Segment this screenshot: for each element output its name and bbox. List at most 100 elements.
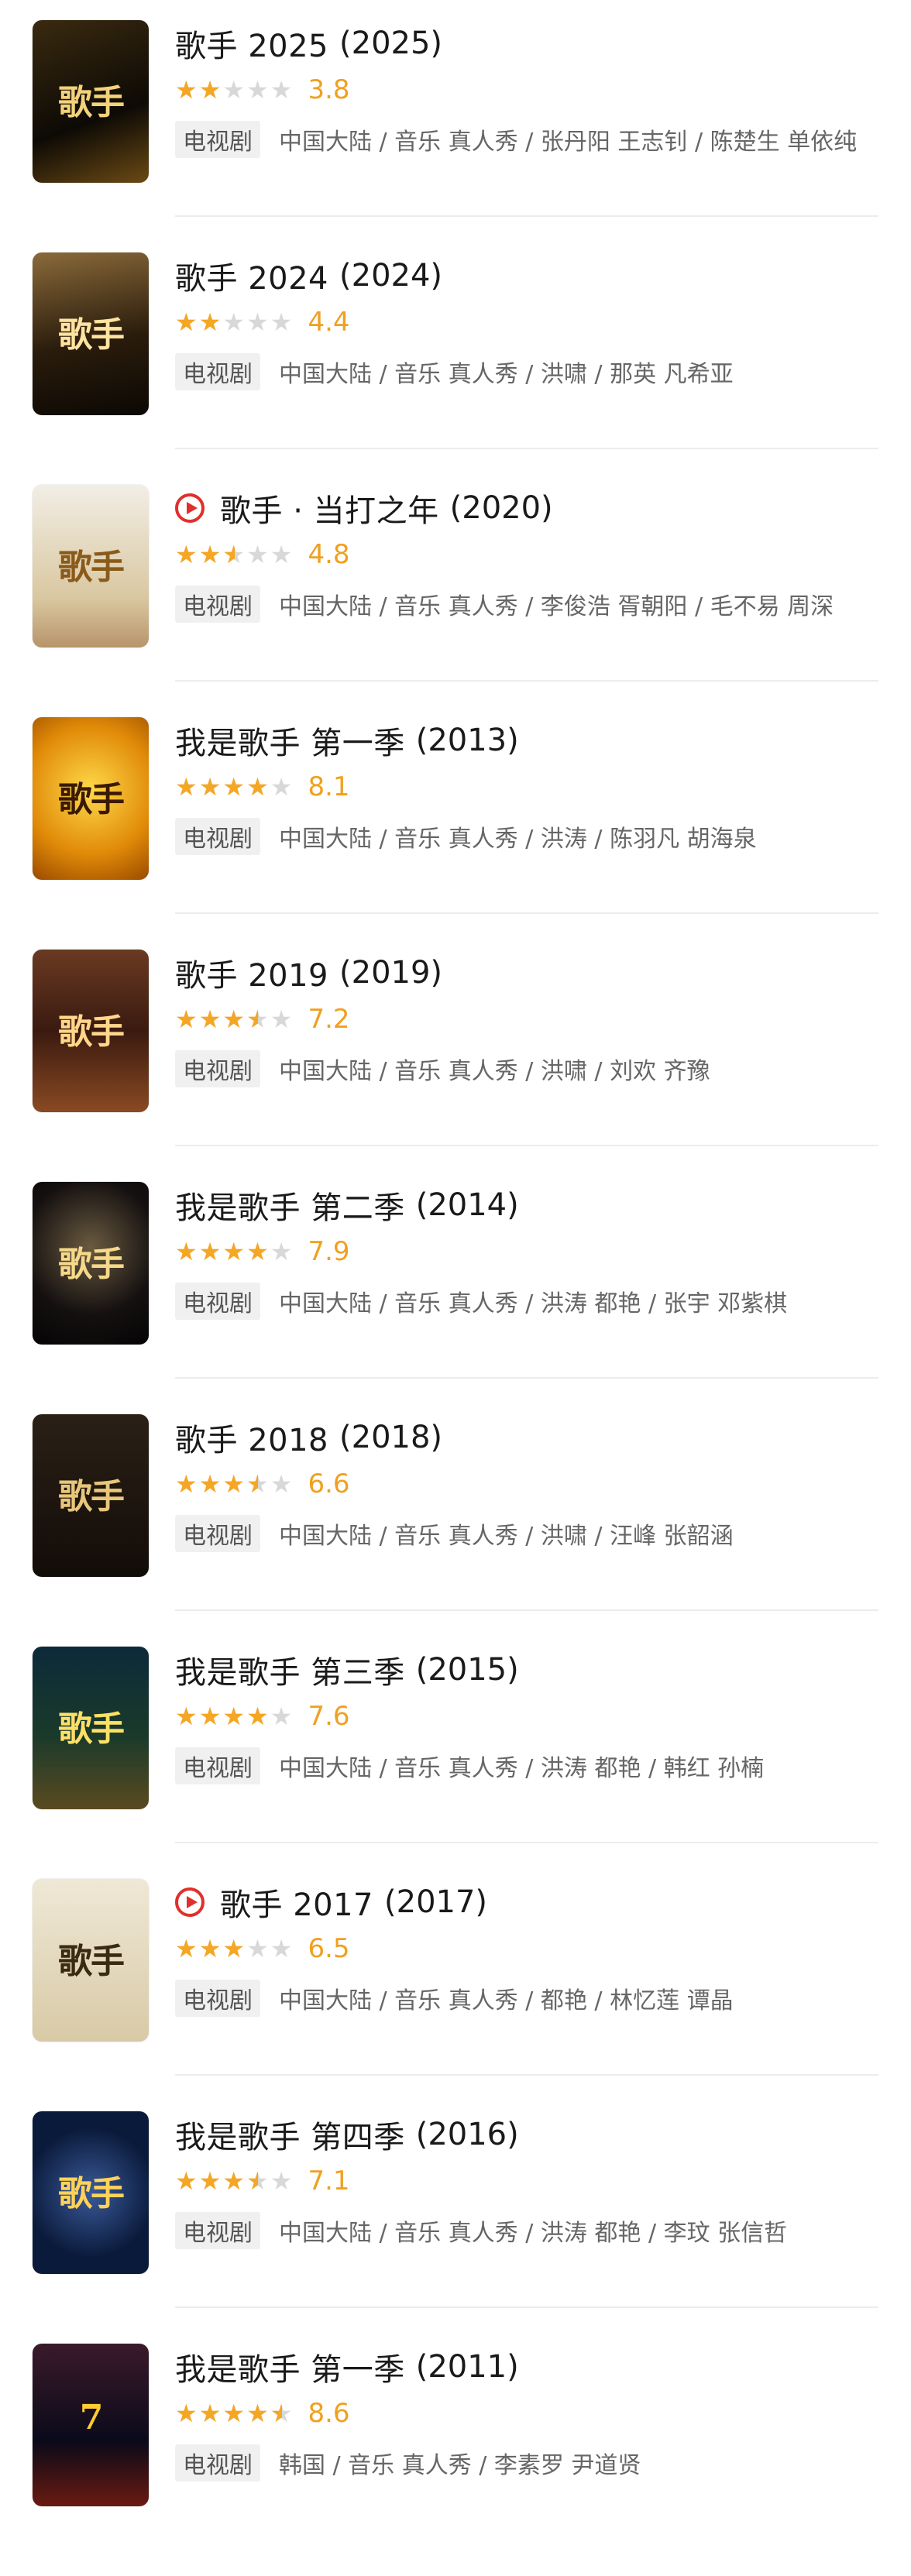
rating-score: 7.9 (308, 1236, 350, 1267)
divider (175, 1377, 878, 1379)
item-meta: 中国大陆 / 音乐 真人秀 / 李俊浩 胥朝阳 / 毛不易 周深 (279, 593, 834, 620)
item-info: 我是歌手 第一季 (2011) ★★★★★ ★★★★★ 8.6 电视剧 韩国 / 音乐 真人… (175, 2344, 878, 2514)
star-rating-icon: ★★★★★★★★★★ (175, 77, 294, 102)
item-year: (2013) (415, 723, 519, 758)
meta-row: 电视剧 中国大陆 / 音乐 真人秀 / 洪啸 / 那英 凡希亚 (175, 353, 878, 390)
item-meta: 中国大陆 / 音乐 真人秀 / 都艳 / 林忆莲 谭晶 (279, 1987, 734, 2014)
category-badge: 电视剧 (175, 2444, 260, 2482)
list-item[interactable]: 歌手 歌手 2019 (2019) ★★★★★★★★★★ 7.2 电视剧中国大陆 / 音乐… (0, 950, 911, 1182)
star-filled-icon: ★★★★★ (175, 77, 223, 102)
rating-row: ★★★★★★★★★★ 6.6 (175, 1467, 350, 1501)
title-row[interactable]: 歌手 · 当打之年 (2020) (175, 485, 553, 531)
title-row[interactable]: 我是歌手 第一季 (2011) (175, 2344, 519, 2390)
category-badge: 电视剧 (175, 2212, 260, 2249)
poster-image[interactable]: 歌手 (33, 1647, 149, 1809)
list-item[interactable]: 歌手 歌手 2018 (2018) ★★★★★★★★★★ 6.6 电视剧中国大陆 / 音乐… (0, 1414, 911, 1647)
list-item[interactable]: 歌手 歌手 · 当打之年 (2020) ★★★★★★★★★★ 4.8 电视剧中国大陆 / … (0, 485, 911, 717)
item-title[interactable]: 歌手 · 当打之年 (220, 486, 439, 531)
star-filled-icon: ★★★★★ (175, 1704, 270, 1729)
title-row[interactable]: 歌手 2018 (2018) (175, 1414, 442, 1461)
poster-logo-text: 歌手 (58, 1942, 125, 1981)
star-rating-icon: ★★★★★★★★★★ (175, 2169, 294, 2193)
divider (175, 2074, 878, 2076)
title-row[interactable]: 歌手 2024 (2024) (175, 252, 442, 299)
poster-image[interactable]: 歌手 (33, 1879, 149, 2042)
list-item[interactable]: 歌手 歌手 2017 (2017) ★★★★★★★★★★ 6.5 电视剧中国大陆 / 音乐… (0, 1879, 911, 2111)
star-filled-icon: ★★★★★ (175, 2169, 258, 2193)
title-row[interactable]: 歌手 2019 (2019) (175, 950, 442, 996)
star-filled-icon: ★★★★★ (175, 2401, 283, 2426)
item-meta: 中国大陆 / 音乐 真人秀 / 洪啸 / 汪峰 张韶涵 (279, 1523, 734, 1550)
title-row[interactable]: 我是歌手 第四季 (2016) (175, 2111, 519, 2158)
category-badge: 电视剧 (175, 1747, 260, 1784)
item-title[interactable]: 歌手 2025 (175, 21, 328, 66)
poster-logo-text: 歌手 (58, 780, 125, 819)
poster-image[interactable]: 歌手 (33, 950, 149, 1112)
item-info: 歌手 2025 (2025) ★★★★★★★★★★ 3.8 电视剧中国大陆 / 音乐 真… (175, 20, 878, 191)
poster-logo-text: 歌手 (58, 315, 125, 355)
divider (175, 1145, 878, 1146)
meta-row: 电视剧 中国大陆 / 音乐 真人秀 / 李俊浩 胥朝阳 / 毛不易 周深 (175, 586, 878, 623)
item-info: 我是歌手 第一季 (2013) ★★★★★★★★★★ 8.1 电视剧中国大陆 / 音乐 … (175, 717, 878, 888)
item-title[interactable]: 我是歌手 第四季 (175, 2112, 405, 2157)
rating-score: 4.8 (308, 539, 350, 570)
item-year: (2011) (415, 2349, 519, 2385)
title-row[interactable]: 歌手 2025 (2025) (175, 20, 442, 67)
star-rating-icon: ★★★★★★★★★★ (175, 1704, 294, 1729)
rating-score: 3.8 (308, 74, 350, 105)
list-item[interactable]: 歌手 我是歌手 第四季 (2016) ★★★★★★★★★★ 7.1 电视剧中国大陆 / 音… (0, 2111, 911, 2344)
list-item[interactable]: 7 我是歌手 第一季 (2011) ★★★★★ ★★★★★ 8.6 电视剧 韩国 / 音乐 真… (0, 2344, 911, 2576)
play-icon[interactable] (175, 493, 205, 523)
item-year: (2014) (415, 1187, 519, 1223)
rating-row: ★★★★★★★★★★ 4.8 (175, 538, 350, 572)
rating-score: 7.6 (308, 1701, 350, 1732)
title-row[interactable]: 我是歌手 第二季 (2014) (175, 1182, 519, 1228)
item-year: (2019) (339, 955, 443, 991)
star-rating-icon: ★★★★★★★★★★ (175, 2401, 294, 2426)
poster-image[interactable]: 歌手 (33, 1182, 149, 1345)
title-row[interactable]: 我是歌手 第三季 (2015) (175, 1647, 519, 1693)
poster-logo-text: 7 (79, 2398, 104, 2437)
poster-logo-text: 歌手 (58, 83, 125, 122)
item-info: 歌手 · 当打之年 (2020) ★★★★★★★★★★ 4.8 电视剧中国大陆 / 音乐… (175, 485, 878, 655)
list-item[interactable]: 歌手 我是歌手 第三季 (2015) ★★★★★★★★★★ 7.6 电视剧中国大陆 / 音… (0, 1647, 911, 1879)
poster-image[interactable]: 歌手 (33, 2111, 149, 2274)
item-info: 歌手 2018 (2018) ★★★★★★★★★★ 6.6 电视剧中国大陆 / 音乐 真… (175, 1414, 878, 1585)
rating-score: 6.5 (308, 1933, 350, 1964)
item-title[interactable]: 我是歌手 第三季 (175, 1647, 405, 1692)
item-title[interactable]: 我是歌手 第二季 (175, 1183, 405, 1228)
poster-image[interactable]: 歌手 (33, 252, 149, 415)
item-title[interactable]: 歌手 2024 (175, 253, 328, 298)
play-icon[interactable] (175, 1887, 205, 1917)
divider (175, 1842, 878, 1843)
category-badge: 电视剧 (175, 1283, 260, 1320)
star-filled-icon: ★★★★★ (175, 775, 270, 799)
poster-image[interactable]: 歌手 (33, 20, 149, 183)
item-title[interactable]: 歌手 2017 (220, 1880, 373, 1925)
item-info: 歌手 2019 (2019) ★★★★★★★★★★ 7.2 电视剧中国大陆 / 音乐 真… (175, 950, 878, 1120)
star-rating-icon: ★★★★★★★★★★ (175, 542, 294, 567)
item-title[interactable]: 歌手 2018 (175, 1415, 328, 1460)
title-row[interactable]: 我是歌手 第一季 (2013) (175, 717, 519, 764)
item-meta: 中国大陆 / 音乐 真人秀 / 洪涛 / 陈羽凡 胡海泉 (279, 826, 757, 853)
star-rating-icon: ★★★★★★★★★★ (175, 310, 294, 335)
list-item[interactable]: 歌手 歌手 2025 (2025) ★★★★★★★★★★ 3.8 电视剧中国大陆 / 音乐… (0, 20, 911, 252)
rating-row: ★★★★★★★★★★ 7.2 (175, 1002, 350, 1036)
item-info: 歌手 2017 (2017) ★★★★★★★★★★ 6.5 电视剧中国大陆 / 音乐 真… (175, 1879, 878, 2049)
category-badge: 电视剧 (175, 1050, 260, 1087)
poster-image[interactable]: 歌手 (33, 717, 149, 880)
meta-row: 电视剧 中国大陆 / 音乐 真人秀 / 洪涛 都艳 / 李玟 张信哲 (175, 2212, 878, 2249)
poster-image[interactable]: 7 (33, 2344, 149, 2506)
item-title[interactable]: 我是歌手 第一季 (175, 2344, 405, 2389)
item-meta: 中国大陆 / 音乐 真人秀 / 洪啸 / 刘欢 齐豫 (279, 1058, 710, 1085)
poster-image[interactable]: 歌手 (33, 485, 149, 647)
list-item[interactable]: 歌手 我是歌手 第一季 (2013) ★★★★★★★★★★ 8.1 电视剧中国大陆 / 音… (0, 717, 911, 950)
poster-image[interactable]: 歌手 (33, 1414, 149, 1577)
title-row[interactable]: 歌手 2017 (2017) (175, 1879, 487, 1925)
item-info: 我是歌手 第三季 (2015) ★★★★★★★★★★ 7.6 电视剧中国大陆 / 音乐 … (175, 1647, 878, 1817)
list-item[interactable]: 歌手 我是歌手 第二季 (2014) ★★★★★★★★★★ 7.9 电视剧中国大陆 / 音… (0, 1182, 911, 1414)
list-item[interactable]: 歌手 歌手 2024 (2024) ★★★★★★★★★★ 4.4 电视剧中国大陆 / 音乐… (0, 252, 911, 485)
item-title[interactable]: 歌手 2019 (175, 950, 328, 995)
item-title[interactable]: 我是歌手 第一季 (175, 718, 405, 763)
rating-row: ★★★★★★★★★★ 3.8 (175, 73, 350, 107)
